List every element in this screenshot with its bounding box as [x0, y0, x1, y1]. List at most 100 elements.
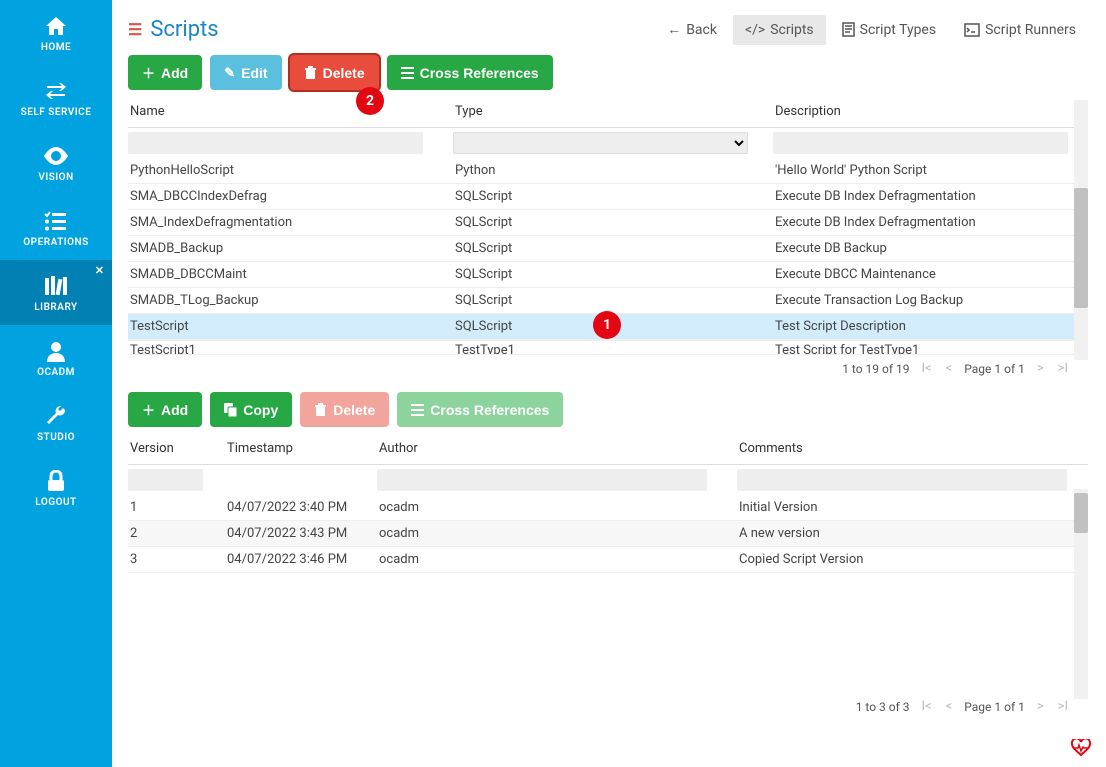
menu-icon[interactable]: ☰ [128, 20, 142, 39]
nav-label: Script Types [860, 22, 936, 38]
sidebar-item-label: VISION [38, 172, 73, 183]
filter-row [128, 469, 1088, 491]
pager-prev-icon[interactable]: < [944, 361, 955, 376]
table-row[interactable]: TestScript SQLScript Test Script Descrip… [128, 314, 1088, 340]
grid-body: 1 04/07/2022 3:40 PM ocadm Initial Versi… [128, 495, 1088, 573]
pager-next-icon[interactable]: > [1035, 361, 1046, 376]
add-version-button[interactable]: ＋ Add [128, 392, 202, 427]
sidebar-item-home[interactable]: HOME [0, 0, 112, 65]
sidebar-item-ocadm[interactable]: OCADM [0, 325, 112, 390]
pencil-icon: ✎ [224, 65, 235, 81]
terminal-icon [964, 23, 980, 37]
pager-last-icon[interactable]: >I [1056, 361, 1070, 376]
table-row[interactable]: SMADB_Backup SQLScript Execute DB Backup [128, 236, 1088, 262]
sidebar-item-library[interactable]: ✕ LIBRARY [0, 260, 112, 325]
pager-next-icon[interactable]: > [1035, 699, 1046, 714]
sidebar-item-label: OPERATIONS [23, 237, 88, 248]
delete-button[interactable]: Delete [290, 55, 379, 90]
filter-version-input[interactable] [128, 469, 203, 491]
scrollbar-thumb[interactable] [1074, 188, 1088, 308]
scrollbar-thumb[interactable] [1074, 493, 1088, 533]
books-icon [43, 274, 69, 298]
delete-version-button[interactable]: Delete [300, 392, 389, 427]
filter-author-input[interactable] [377, 469, 707, 491]
plus-icon: ＋ [142, 63, 155, 82]
scrollbar-vertical[interactable] [1074, 489, 1088, 699]
pager-range: 1 to 3 of 3 [856, 700, 910, 714]
sidebar-item-operations[interactable]: OPERATIONS [0, 195, 112, 260]
sidebar-item-studio[interactable]: STUDIO [0, 390, 112, 455]
sidebar-item-label: SELF SERVICE [21, 107, 92, 118]
cross-references-version-button[interactable]: Cross References [397, 392, 563, 427]
nav-script-runners[interactable]: Script Runners [952, 15, 1088, 45]
sidebar-item-label: LIBRARY [34, 302, 77, 313]
filter-type-select[interactable] [453, 132, 748, 154]
table-row[interactable]: SMA_IndexDefragmentation SQLScript Execu… [128, 210, 1088, 236]
versions-grid: Version Timestamp Author Comments 1 04/0… [128, 437, 1088, 720]
nav-label: Script Runners [985, 22, 1076, 38]
btn-label: Add [161, 65, 188, 81]
sidebar-item-label: OCADM [37, 367, 75, 378]
page-title: Scripts [150, 17, 218, 42]
arrow-left-icon: ← [667, 21, 681, 38]
nav-scripts[interactable]: </> Scripts [733, 15, 826, 45]
table-row[interactable]: SMA_DBCCIndexDefrag SQLScript Execute DB… [128, 184, 1088, 210]
table-row[interactable]: SMADB_DBCCMaint SQLScript Execute DBCC M… [128, 262, 1088, 288]
table-row[interactable]: TestScript1 TestType1 Test Script for Te… [128, 340, 1088, 355]
btn-label: Delete [333, 402, 375, 418]
edit-button[interactable]: ✎ Edit [210, 55, 281, 90]
plus-icon: ＋ [142, 400, 155, 419]
filter-row [128, 132, 1088, 154]
nav-script-types[interactable]: Script Types [830, 15, 948, 45]
pager-page: Page 1 of 1 [964, 700, 1025, 714]
list-icon [411, 404, 424, 416]
btn-label: Edit [241, 65, 267, 81]
btn-label: Add [161, 402, 188, 418]
cross-references-button[interactable]: Cross References [387, 55, 553, 90]
copy-version-button[interactable]: Copy [210, 392, 292, 427]
grid-header: Version Timestamp Author Comments [128, 437, 1088, 465]
sidebar-item-selfservice[interactable]: SELF SERVICE [0, 65, 112, 130]
scripts-toolbar: ＋ Add ✎ Edit Delete Cross References 2 [128, 55, 1088, 90]
scrollbar-vertical[interactable] [1074, 100, 1088, 360]
sidebar-item-label: HOME [41, 42, 71, 53]
pager-page: Page 1 of 1 [964, 362, 1025, 376]
main-content: ☰ Scripts ← Back </> Scripts Script Type… [128, 0, 1106, 767]
col-author[interactable]: Author [377, 437, 737, 462]
pager-last-icon[interactable]: >I [1056, 699, 1070, 714]
exchange-icon [44, 79, 68, 103]
btn-label: Delete [323, 65, 365, 81]
home-icon [44, 14, 68, 38]
top-nav: ← Back </> Scripts Script Types Script R… [655, 14, 1088, 45]
versions-pager: 1 to 3 of 3 I< < Page 1 of 1 > >I [128, 693, 1088, 720]
col-name[interactable]: Name [128, 100, 453, 125]
pager-first-icon[interactable]: I< [920, 699, 934, 714]
pager-prev-icon[interactable]: < [944, 699, 955, 714]
lock-icon [46, 469, 66, 493]
filter-comments-input[interactable] [737, 469, 1067, 491]
step-badge-2: 2 [356, 87, 384, 115]
col-type[interactable]: Type [453, 100, 773, 125]
filter-name-input[interactable] [128, 132, 423, 154]
col-comments[interactable]: Comments [737, 437, 1077, 462]
table-row[interactable]: 2 04/07/2022 3:43 PM ocadm A new version [128, 521, 1088, 547]
pager-first-icon[interactable]: I< [920, 361, 934, 376]
table-row[interactable]: PythonHelloScript Python 'Hello World' P… [128, 158, 1088, 184]
filter-desc-input[interactable] [773, 132, 1068, 154]
sidebar-item-label: LOGOUT [35, 497, 76, 508]
col-timestamp[interactable]: Timestamp [225, 437, 377, 462]
nav-back[interactable]: ← Back [655, 14, 729, 45]
add-button[interactable]: ＋ Add [128, 55, 202, 90]
col-desc[interactable]: Description [773, 100, 1083, 125]
table-row[interactable]: 1 04/07/2022 3:40 PM ocadm Initial Versi… [128, 495, 1088, 521]
sidebar-item-vision[interactable]: VISION [0, 130, 112, 195]
heartbeat-icon [1070, 739, 1092, 757]
code-icon: </> [745, 22, 765, 38]
col-version[interactable]: Version [128, 437, 225, 462]
close-icon[interactable]: ✕ [95, 264, 104, 277]
btn-label: Cross References [420, 65, 539, 81]
sidebar-item-logout[interactable]: LOGOUT [0, 455, 112, 520]
grid-header: Name Type Description [128, 100, 1088, 128]
table-row[interactable]: 3 04/07/2022 3:46 PM ocadm Copied Script… [128, 547, 1088, 573]
list-icon [401, 67, 414, 79]
